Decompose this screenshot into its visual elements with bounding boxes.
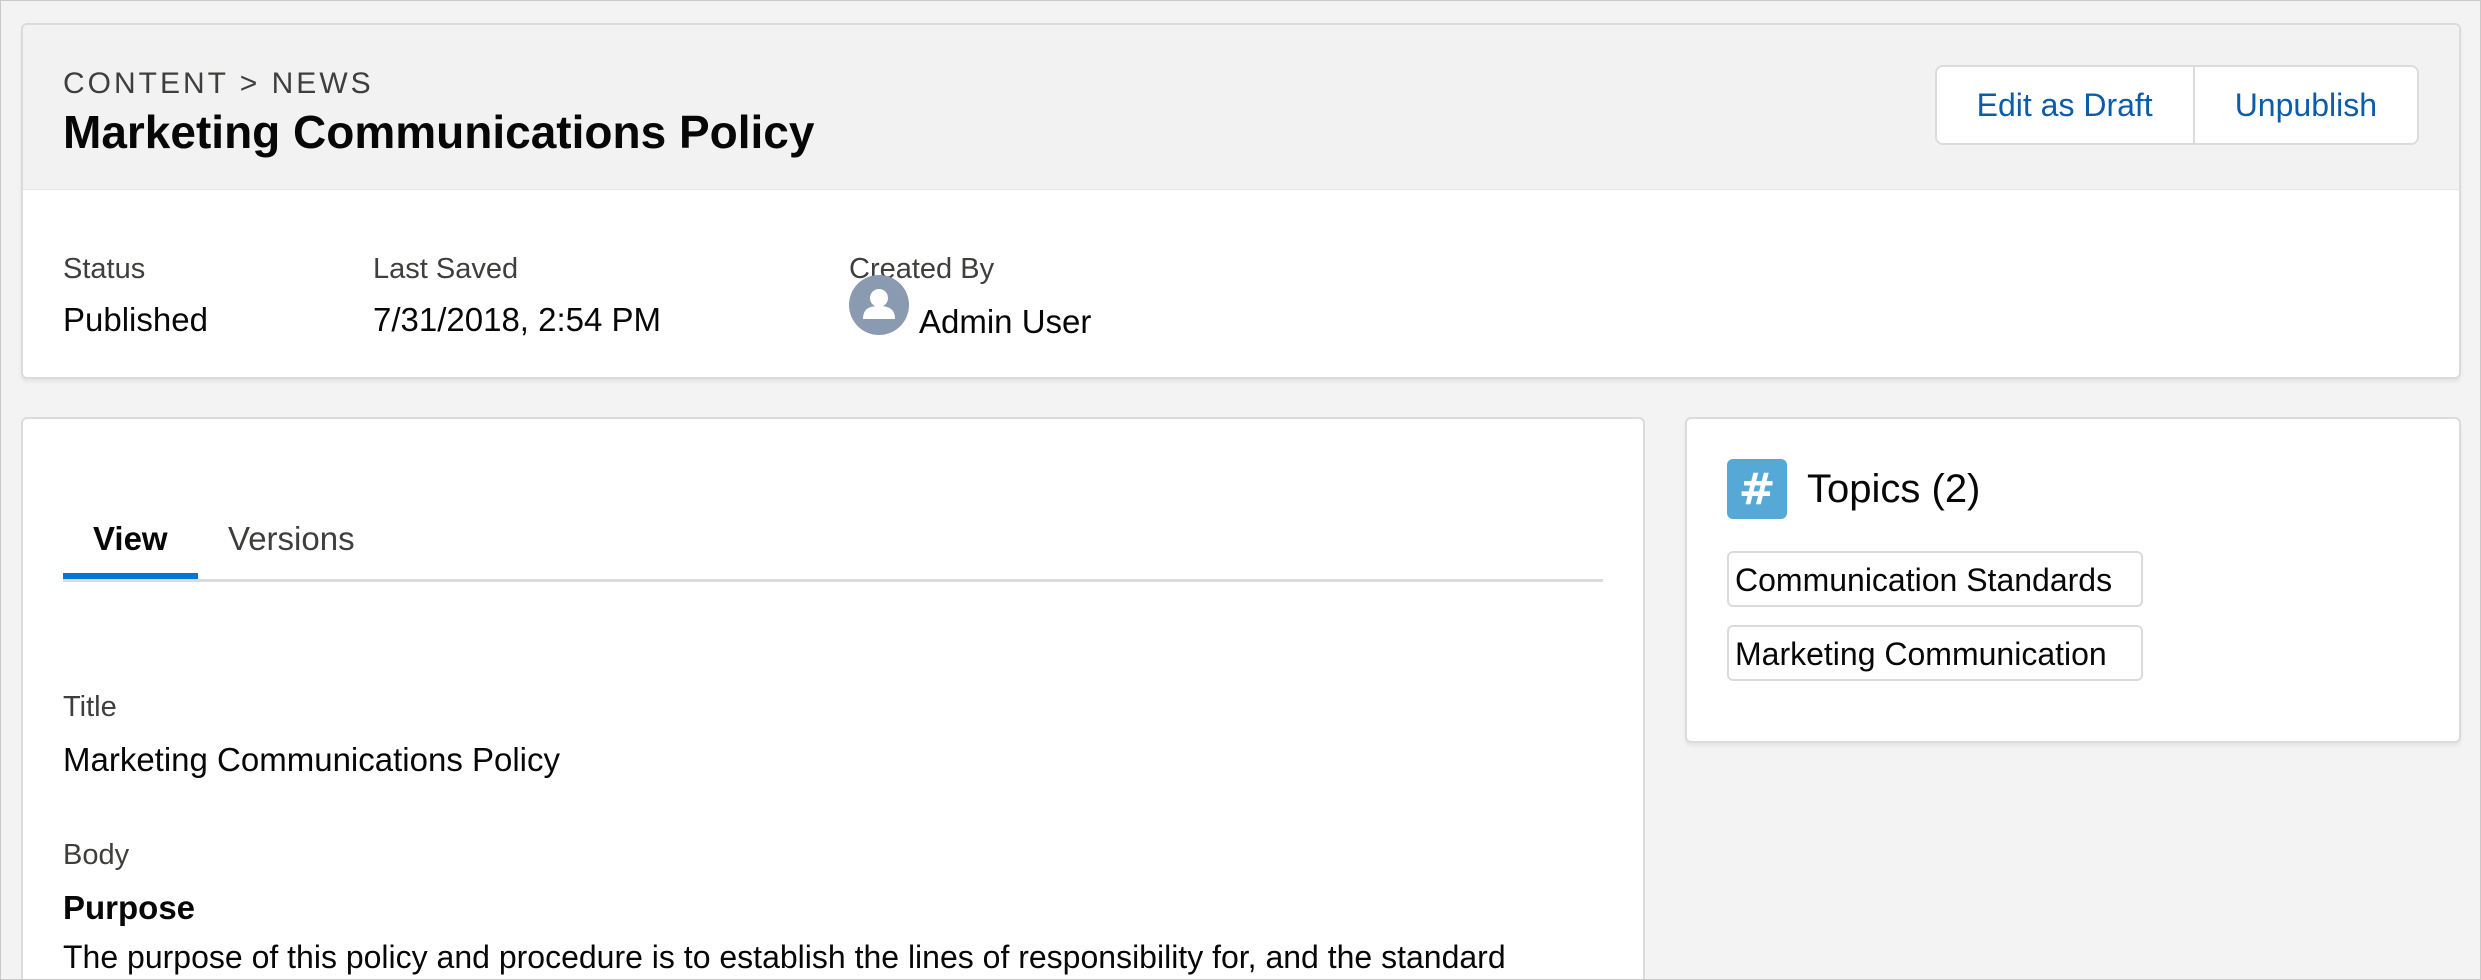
user-icon [863,289,895,319]
record-header-card: CONTENT > NEWS Marketing Communications … [21,23,2461,379]
record-header-bar: CONTENT > NEWS Marketing Communications … [23,25,2459,190]
last-saved-value: 7/31/2018, 2:54 PM [373,301,662,338]
breadcrumb[interactable]: CONTENT > NEWS [63,67,374,101]
tab-bar: View Versions [63,509,1603,582]
topics-card: # Topics (2) Communication Standards Mar… [1685,417,2461,743]
page-title: Marketing Communications Policy [63,106,815,158]
body-label: Body [63,839,130,871]
created-by-value[interactable]: Admin User [919,303,1091,341]
header-actions: Edit as Draft Unpublish [1934,65,2419,145]
unpublish-button[interactable]: Unpublish [2192,67,2417,143]
edit-as-draft-button[interactable]: Edit as Draft [1936,67,2193,143]
status-label: Status [63,253,146,285]
content-card: View Versions Title Marketing Communicat… [21,417,1645,979]
body-heading: Purpose [63,889,196,926]
body-text: The purpose of this policy and procedure… [63,939,1506,975]
app-window: CONTENT > NEWS Marketing Communications … [0,0,2481,980]
title-value: Marketing Communications Policy [63,741,561,778]
status-value: Published [63,301,208,338]
topic-pill-communication-standards[interactable]: Communication Standards [1727,551,2143,607]
title-label: Title [63,691,117,723]
last-saved-label: Last Saved [373,253,519,285]
topic-pill-marketing-communication[interactable]: Marketing Communication [1727,625,2143,681]
topics-title[interactable]: Topics (2) [1807,459,1980,519]
tab-versions[interactable]: Versions [228,509,355,579]
avatar[interactable] [849,275,909,335]
hashtag-icon: # [1727,459,1787,519]
tab-view[interactable]: View [63,509,198,579]
